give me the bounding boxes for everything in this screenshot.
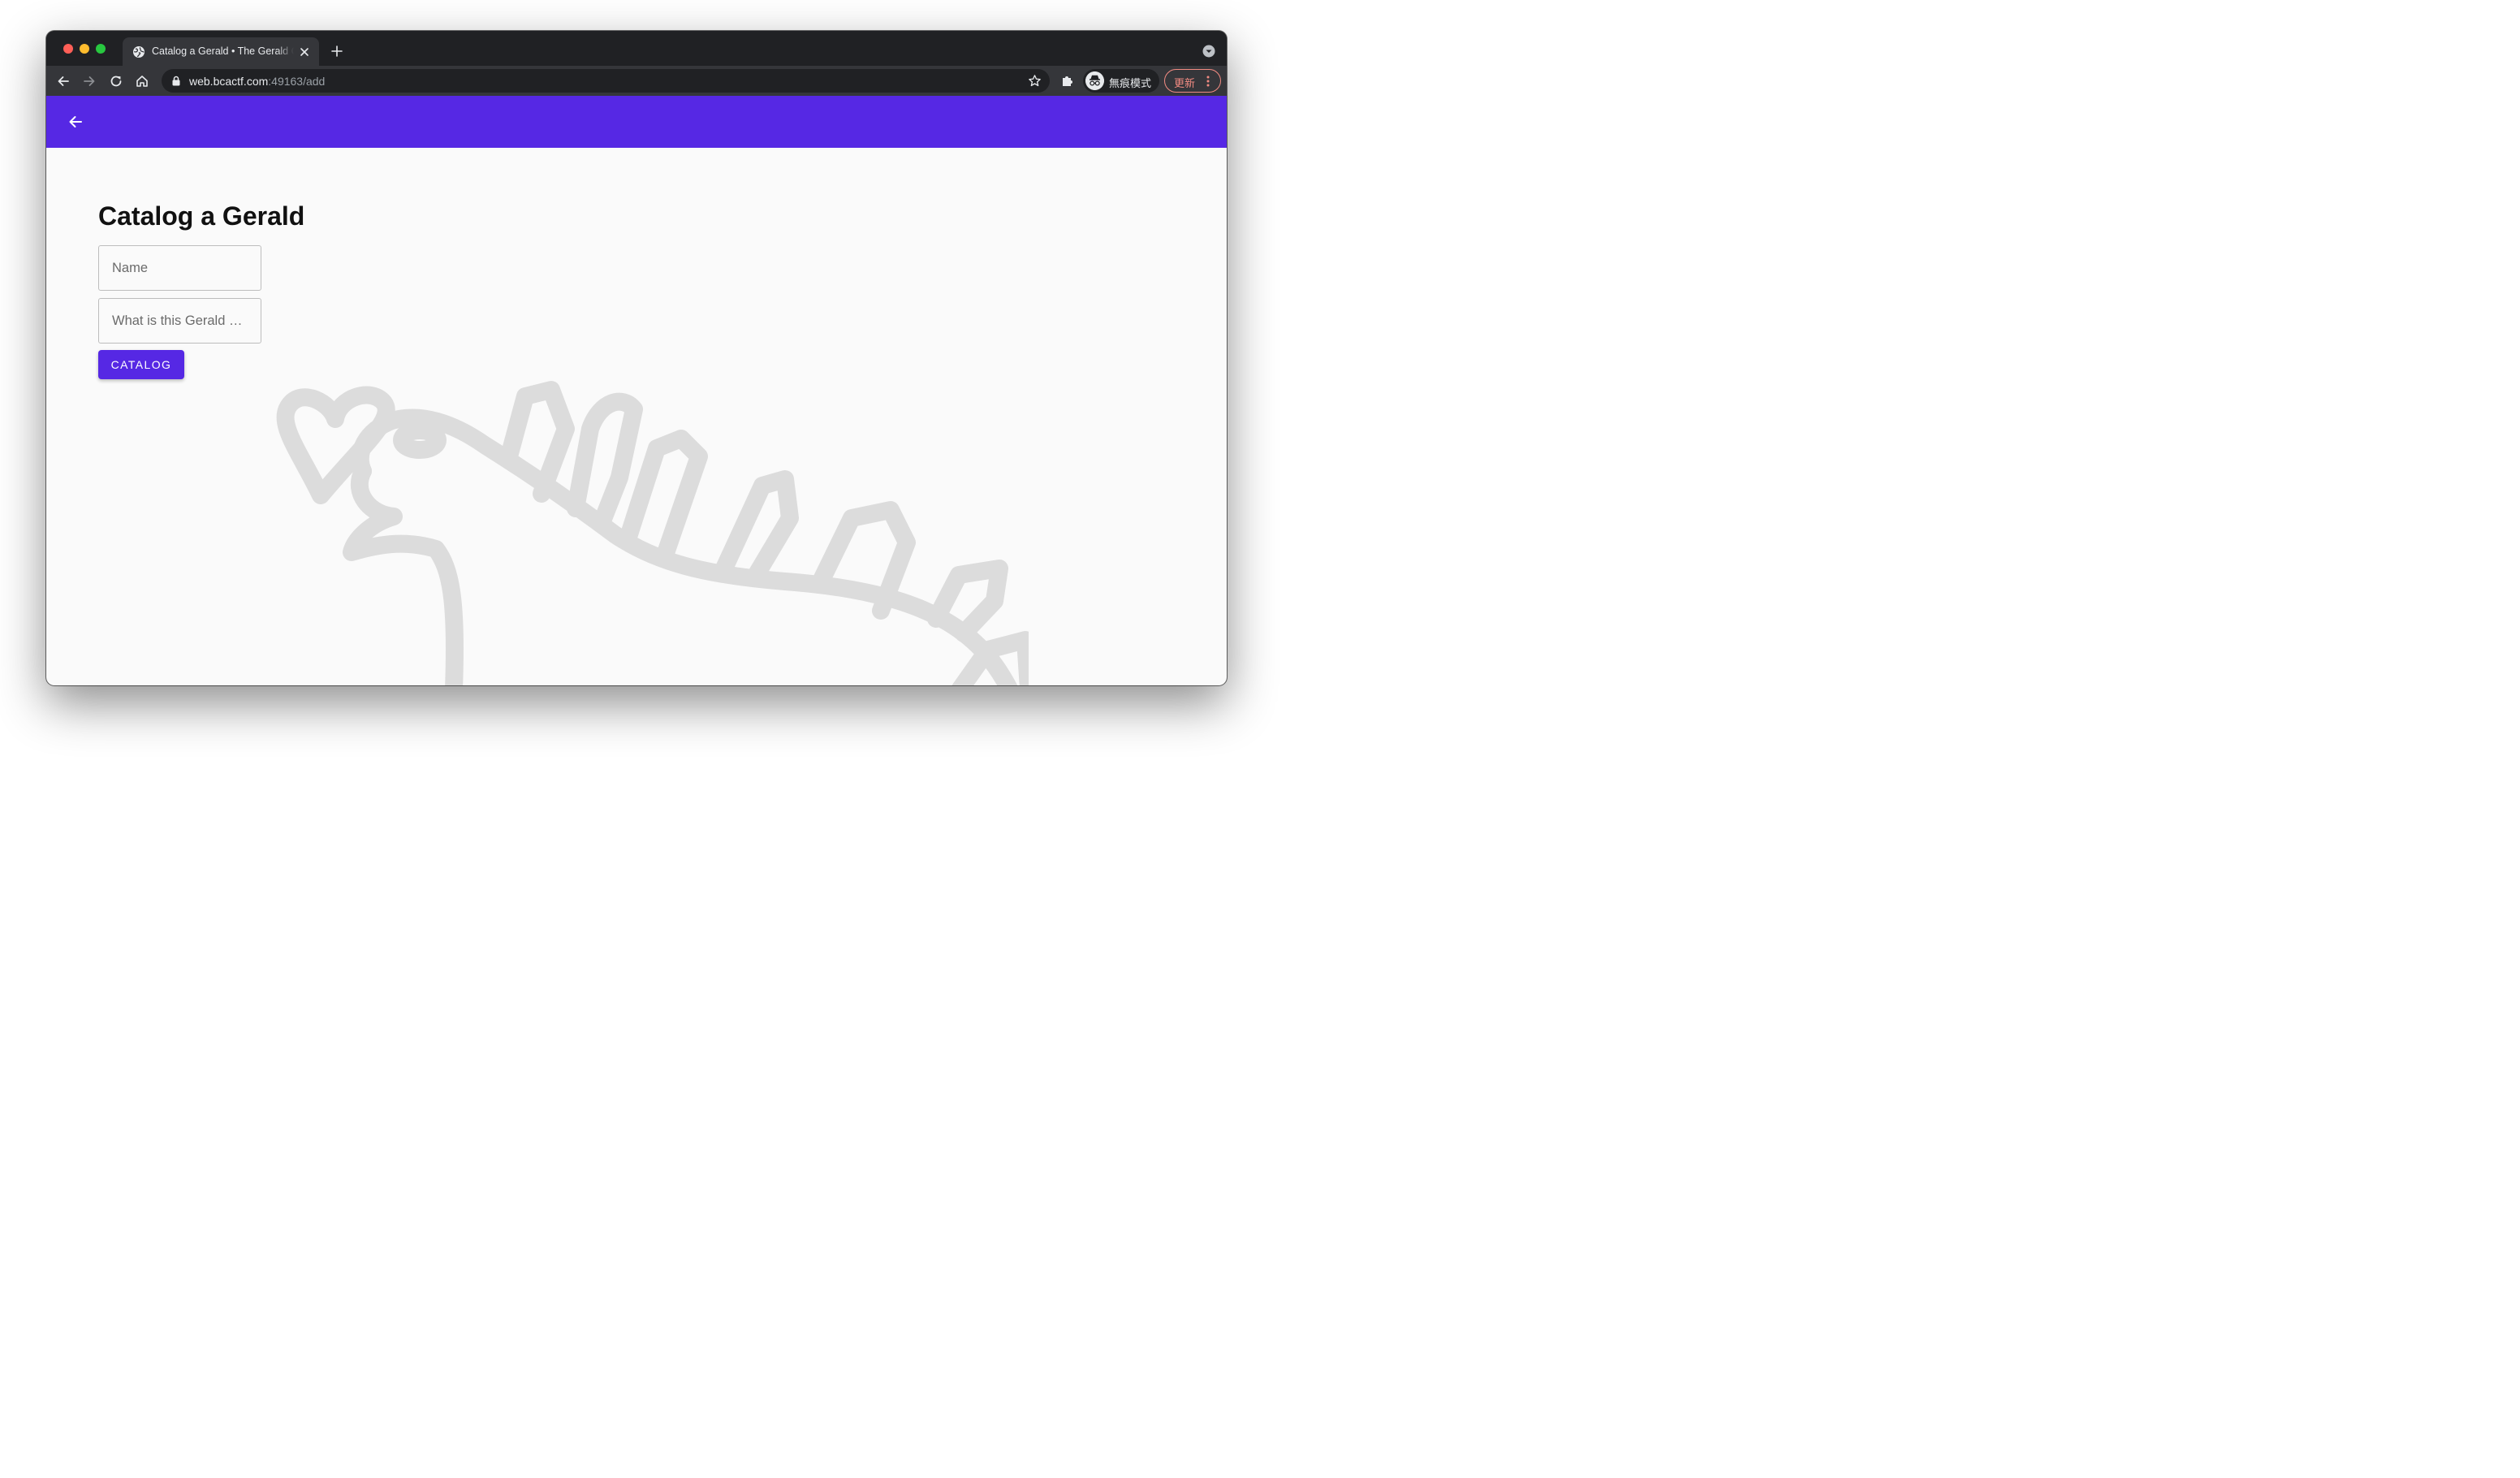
close-icon[interactable] [299,46,310,58]
incognito-icon [1085,71,1104,90]
browser-window: Catalog a Gerald • The Gerald Catalog [46,31,1227,685]
home-icon[interactable] [135,74,149,89]
puzzle-icon[interactable] [1060,73,1075,88]
url-host: web.bcactf.com [189,75,269,88]
zoom-window-button[interactable] [96,44,106,54]
forward-arrow-icon[interactable] [82,74,97,89]
tab-strip: Catalog a Gerald • The Gerald Catalog [46,31,1227,66]
star-icon[interactable] [1028,74,1042,88]
minimize-window-button[interactable] [80,44,89,54]
url-path: :49163/add [268,75,326,88]
app-bar [46,96,1227,148]
address-bar[interactable]: web.bcactf.com:49163/add [162,69,1050,93]
page-content: Catalog a Gerald Catalog [46,96,1227,685]
back-arrow-icon[interactable] [56,74,71,89]
incognito-indicator[interactable]: 無痕模式 [1083,69,1159,93]
kebab-menu-icon[interactable] [1206,75,1210,88]
update-button[interactable]: 更新 [1164,69,1221,93]
chevron-down-icon[interactable] [1202,45,1215,58]
lock-icon [172,76,180,86]
tab-title: Catalog a Gerald • The Gerald Catalog [152,45,294,57]
catalog-button[interactable]: Catalog [98,350,184,379]
saying-input[interactable] [98,298,261,344]
browser-toolbar: web.bcactf.com:49163/add 無痕模式 更新 [46,66,1227,96]
close-window-button[interactable] [63,44,73,54]
gerald-mascot-illustration [276,381,1029,685]
reload-icon[interactable] [109,74,123,89]
page-title: Catalog a Gerald [98,201,305,231]
globe-icon [133,46,145,58]
plus-icon[interactable] [330,45,343,58]
name-input[interactable] [98,245,261,291]
url-text: web.bcactf.com:49163/add [189,75,325,88]
arrow-left-icon[interactable] [67,114,84,130]
incognito-label: 無痕模式 [1109,77,1152,89]
update-label: 更新 [1174,77,1196,89]
browser-tab[interactable]: Catalog a Gerald • The Gerald Catalog [123,37,319,66]
